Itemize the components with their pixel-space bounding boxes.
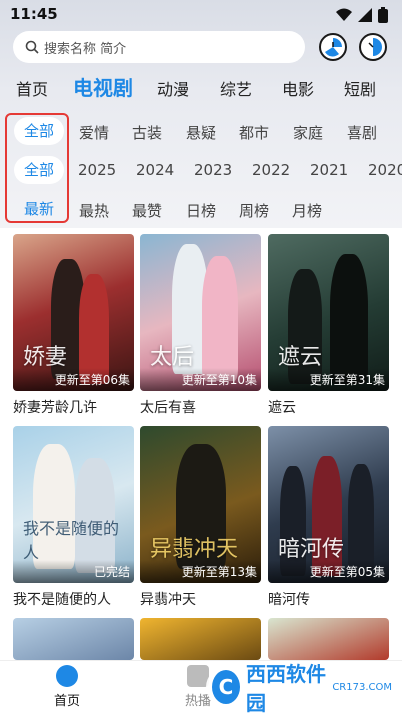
status-icons [336, 7, 388, 23]
genre-filter-item[interactable]: 喜剧 [347, 122, 377, 143]
tab-movies[interactable]: 电影 [282, 76, 314, 100]
show-title[interactable]: 娇妻芳龄几许 [13, 397, 134, 417]
highlight-box [5, 113, 69, 223]
episode-status: 已完结 [13, 560, 134, 583]
poster-art-text: 异翡冲天 [150, 537, 239, 562]
show-poster[interactable]: 太后 更新至第10集 [140, 234, 261, 391]
show-poster[interactable]: 异翡冲天 更新至第13集 [140, 426, 261, 583]
main-tabs: 首页 电视剧 动漫 综艺 电影 短剧 [0, 70, 402, 104]
wifi-icon [336, 8, 352, 21]
genre-filter-item[interactable]: 爱情 [79, 122, 109, 143]
poster-art-text: 暗河传 [278, 537, 345, 562]
tab-tv-series[interactable]: 电视剧 [73, 72, 133, 101]
show-card[interactable] [140, 618, 261, 660]
show-title[interactable]: 遮云 [268, 397, 389, 417]
show-card[interactable] [13, 618, 134, 660]
battery-icon [378, 7, 388, 23]
show-card[interactable]: 娇妻 更新至第06集 娇妻芳龄几许 [13, 234, 134, 417]
show-poster[interactable]: 娇妻 更新至第06集 [13, 234, 134, 391]
year-filter-item[interactable]: 2023 [194, 161, 232, 179]
episode-status: 更新至第31集 [268, 368, 389, 391]
watermark-logo-icon: C [212, 670, 240, 704]
poster-art-text: 太后 [150, 345, 195, 370]
history-icon [325, 38, 342, 57]
search-icon [25, 40, 39, 54]
episode-status: 更新至第05集 [268, 560, 389, 583]
poster-art-text: 遮云 [278, 345, 323, 370]
sort-filter-item[interactable]: 最热 [79, 200, 109, 221]
signal-icon [358, 8, 372, 22]
show-card[interactable]: 暗河传 更新至第05集 暗河传 [268, 426, 389, 609]
clock-icon [368, 38, 382, 56]
show-poster[interactable] [140, 618, 261, 660]
show-card[interactable]: 太后 更新至第10集 太后有喜 [140, 234, 261, 417]
history-button[interactable] [319, 33, 347, 61]
episode-status: 更新至第06集 [13, 368, 134, 391]
show-title[interactable]: 暗河传 [268, 589, 389, 609]
tab-anime[interactable]: 动漫 [157, 76, 189, 100]
nav-home[interactable]: 首页 [27, 665, 107, 709]
show-title[interactable]: 太后有喜 [140, 397, 261, 417]
episode-status: 更新至第10集 [140, 368, 261, 391]
tab-short-drama[interactable]: 短剧 [344, 76, 376, 100]
year-filter-item[interactable]: 2022 [252, 161, 290, 179]
show-title[interactable]: 我不是随便的人 [13, 589, 134, 609]
status-time: 11:45 [10, 5, 58, 23]
home-icon [56, 665, 78, 687]
genre-filter-item[interactable]: 古装 [132, 122, 162, 143]
show-poster[interactable]: 遮云 更新至第31集 [268, 234, 389, 391]
record-button[interactable] [359, 33, 387, 61]
watermark: C 西西软件园 CR173.COM [206, 662, 392, 715]
status-bar: 11:45 [0, 0, 402, 30]
show-poster[interactable]: 暗河传 更新至第05集 [268, 426, 389, 583]
sort-filter-item[interactable]: 日榜 [186, 200, 216, 221]
show-card[interactable]: 我不是随便的人 已完结 我不是随便的人 [13, 426, 134, 609]
genre-filter-item[interactable]: 家庭 [293, 122, 323, 143]
year-filter-item[interactable]: 2021 [310, 161, 348, 179]
nav-home-label: 首页 [53, 694, 80, 709]
show-poster[interactable] [13, 618, 134, 660]
genre-filter-item[interactable]: 都市 [239, 122, 269, 143]
sort-filter-item[interactable]: 周榜 [239, 200, 269, 221]
sort-filter-item[interactable]: 月榜 [292, 200, 322, 221]
tab-variety[interactable]: 综艺 [220, 76, 252, 100]
sort-filter-item[interactable]: 最赞 [132, 200, 162, 221]
show-title[interactable]: 异翡冲天 [140, 589, 261, 609]
year-filter-item[interactable]: 2020 [368, 161, 402, 179]
watermark-brand: 西西软件园 [245, 662, 326, 715]
year-filter-item[interactable]: 2024 [136, 161, 174, 179]
episode-status: 更新至第13集 [140, 560, 261, 583]
tab-home[interactable]: 首页 [16, 76, 48, 100]
poster-art-text: 娇妻 [23, 345, 68, 370]
poster-art-text: 我不是随便的人 [23, 519, 120, 562]
show-poster[interactable]: 我不是随便的人 已完结 [13, 426, 134, 583]
genre-filter-item[interactable]: 悬疑 [186, 122, 216, 143]
search-input[interactable]: 搜索名称 简介 [13, 31, 305, 63]
show-card[interactable] [268, 618, 389, 660]
show-card[interactable]: 遮云 更新至第31集 遮云 [268, 234, 389, 417]
year-filter-item[interactable]: 2025 [78, 161, 116, 179]
watermark-sub: CR173.COM [332, 681, 392, 693]
show-poster[interactable] [268, 618, 389, 660]
search-placeholder: 搜索名称 简介 [44, 41, 127, 57]
show-card[interactable]: 异翡冲天 更新至第13集 异翡冲天 [140, 426, 261, 609]
